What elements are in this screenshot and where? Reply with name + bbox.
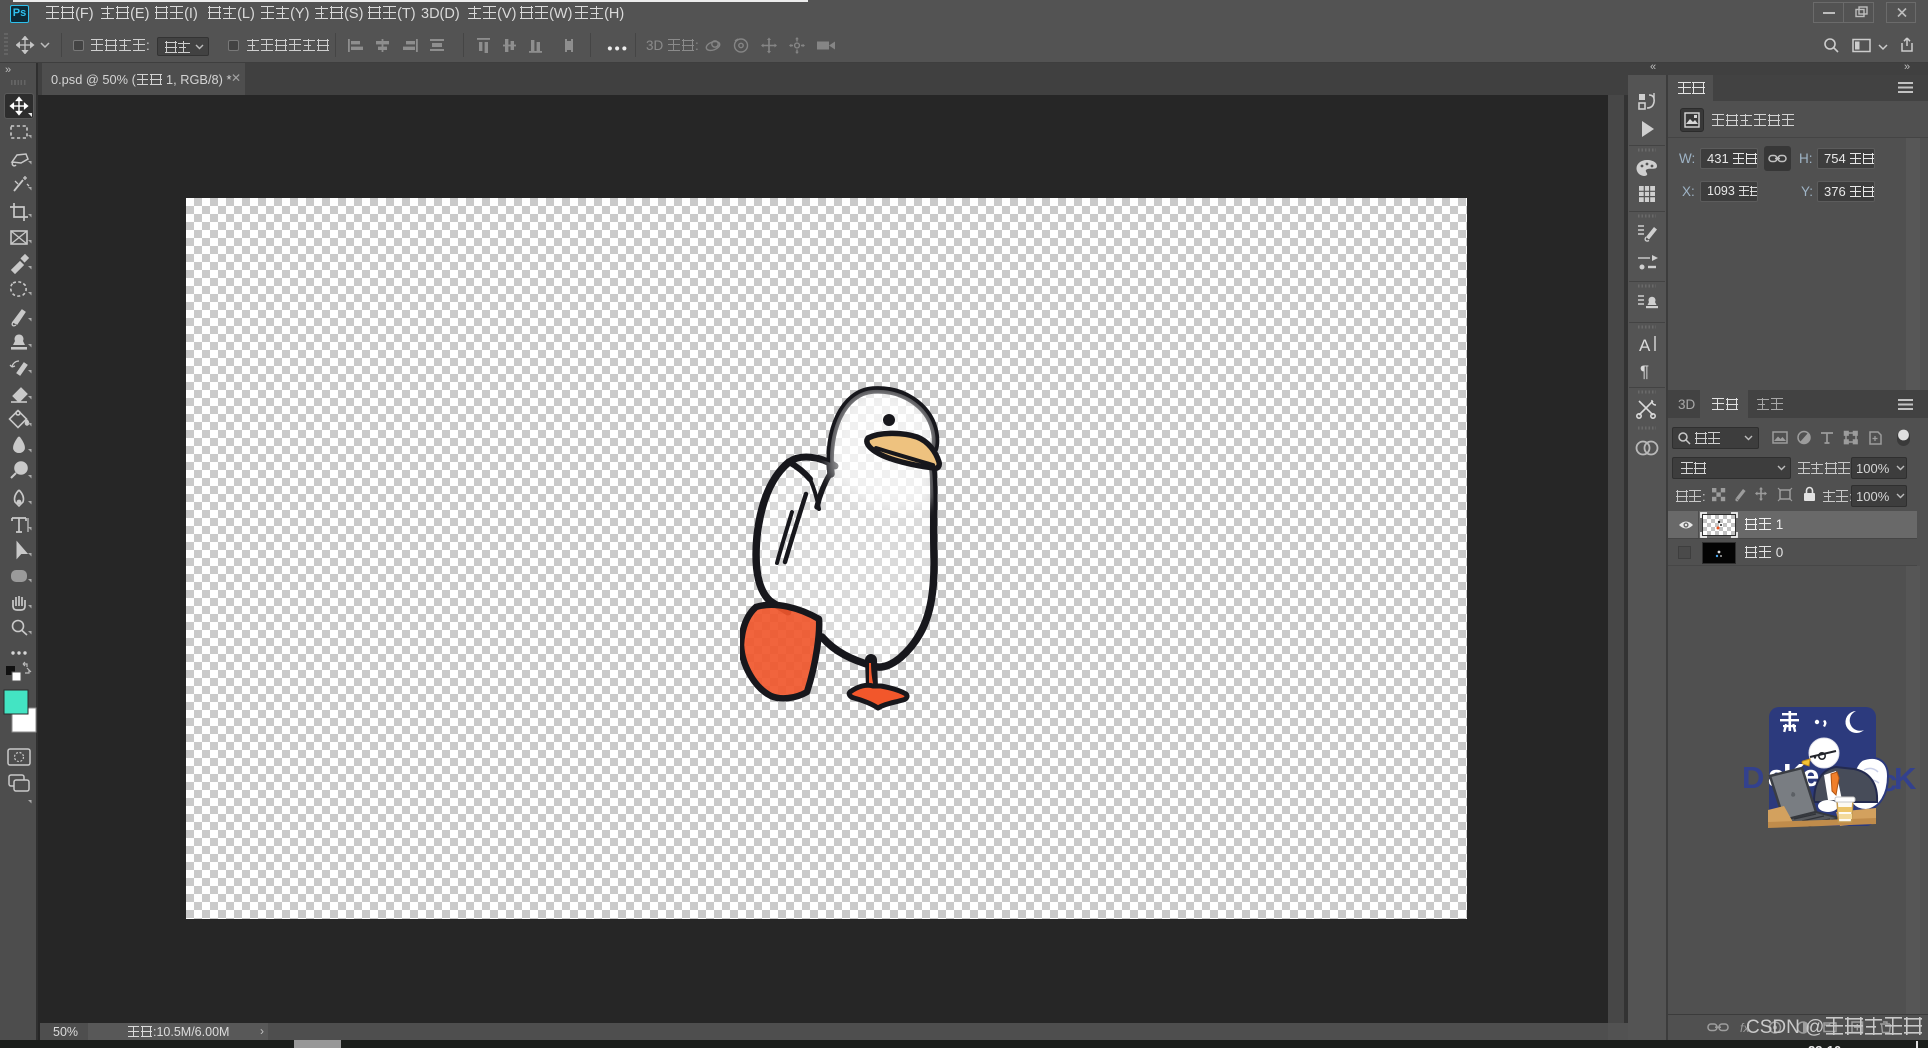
svg-text:K: K (1894, 761, 1917, 796)
svg-text:¶: ¶ (1640, 362, 1649, 381)
svg-text:A: A (1639, 336, 1651, 355)
svg-text:D: D (1742, 760, 1764, 795)
